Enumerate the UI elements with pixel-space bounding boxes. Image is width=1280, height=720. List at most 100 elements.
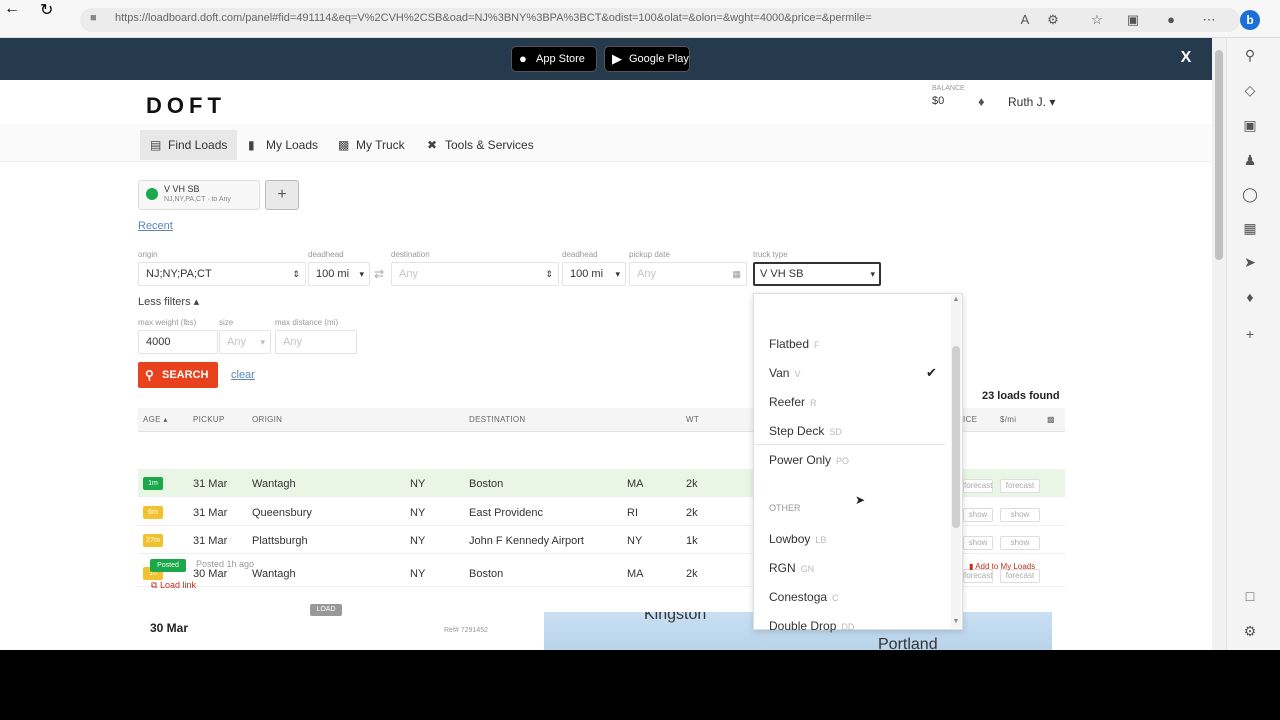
truck-type-select[interactable]: V VH SB ▾ [753, 262, 881, 286]
truck-option-other[interactable]: Lowboy LB [769, 532, 826, 546]
destination-state-cell: NY [627, 535, 643, 547]
pickup-date-input[interactable]: Any ▦ [629, 262, 747, 286]
url-text[interactable]: https://loadboard.doft.com/panel#fid=491… [115, 12, 975, 28]
truck-icon: ▩ [338, 138, 350, 152]
deadhead2-select[interactable]: 100 mi ▾ [562, 262, 626, 286]
truck-option-other[interactable]: RGN GN [769, 561, 814, 575]
page-scroll-thumb[interactable] [1215, 50, 1223, 260]
per-mile-pill[interactable]: forecast [1000, 479, 1040, 493]
google-play-button[interactable]: ▶ Google Play [604, 46, 690, 72]
logo[interactable]: DOFT [146, 93, 226, 119]
dropdown-separator [755, 444, 945, 445]
mouse-cursor-icon: ➤ [855, 493, 866, 507]
truck-option[interactable]: Flatbed F [769, 337, 820, 351]
weight-label: max weight (lbs) [138, 318, 197, 327]
nav-find-loads[interactable]: ▤ Find Loads [140, 130, 238, 160]
truck-option[interactable]: Reefer R [769, 395, 817, 409]
close-banner-button[interactable]: X [1176, 48, 1196, 68]
add-icon[interactable]: + [1240, 324, 1260, 344]
nav-tools[interactable]: ✖ Tools & Services [417, 130, 544, 160]
max-weight-input[interactable]: 4000 [138, 330, 218, 354]
truck-option[interactable]: Step Deck SD [769, 424, 842, 438]
app-store-button[interactable]: ● App Store [511, 46, 597, 72]
send-icon[interactable]: ➤ [1240, 252, 1260, 272]
truck-option[interactable]: Power Only PO [769, 453, 849, 467]
scroll-down-icon[interactable]: ▼ [951, 618, 961, 625]
chevron-down-icon: ▾ [260, 337, 265, 347]
truck-option-other[interactable]: Double Drop DD [769, 619, 854, 633]
destination-select[interactable]: Any ⇕ [391, 262, 559, 286]
nav-my-truck[interactable]: ▩ My Truck [328, 130, 415, 160]
col-origin[interactable]: ORIGIN [252, 415, 282, 424]
size-select[interactable]: Any ▾ [219, 330, 271, 354]
price-pill[interactable]: show [963, 508, 993, 522]
saved-search-title: V VH SB [164, 184, 200, 194]
clear-link[interactable]: clear [231, 369, 255, 381]
per-mile-pill[interactable]: show [1000, 508, 1040, 522]
col-pickup[interactable]: PICKUP [193, 415, 225, 424]
balance-label: BALANCE [932, 85, 965, 92]
scroll-up-icon[interactable]: ▲ [951, 296, 961, 303]
alert-icon[interactable]: ♦ [1240, 287, 1260, 307]
search-icon[interactable]: ⚲ [1240, 45, 1260, 65]
page: ● App Store ▶ Google Play X DOFT BALANCE… [0, 38, 1212, 650]
collections-icon[interactable]: ▣ [1124, 11, 1142, 29]
tag-icon[interactable]: ◇ [1240, 80, 1260, 100]
col-wt[interactable]: WT [686, 415, 699, 424]
pickup-cell: 31 Mar [193, 478, 228, 490]
ref-number: Ref# 7291452 [444, 627, 488, 634]
search-button[interactable]: ⚲ SEARCH [138, 362, 218, 388]
weight-cell: 2k [686, 507, 698, 519]
posted-ago: Posted 1h ago [196, 559, 255, 569]
max-distance-input[interactable]: Any [275, 330, 357, 354]
more-icon[interactable]: ⋯ [1200, 11, 1218, 29]
briefcase-icon[interactable]: ▣ [1240, 115, 1260, 135]
extension-icon[interactable]: ⚙ [1044, 11, 1062, 29]
bell-icon[interactable]: ♦ [978, 94, 985, 109]
load-link[interactable]: ⧉ Load link [151, 580, 196, 591]
settings-icon[interactable]: ⚙ [1240, 621, 1260, 641]
calendar-icon: ▦ [732, 269, 741, 279]
size-label: size [219, 318, 234, 327]
price-pill[interactable]: show [963, 536, 993, 550]
per-mile-pill[interactable]: show [1000, 536, 1040, 550]
add-search-button[interactable]: + [265, 180, 299, 210]
truck-option[interactable]: Van V [769, 366, 800, 380]
less-filters-toggle[interactable]: Less filters ▴ [138, 295, 199, 308]
per-mile-pill[interactable]: forecast [1000, 569, 1040, 583]
col-age[interactable]: AGE ▴ [143, 415, 168, 424]
truck-label: truck type [753, 250, 788, 259]
add-to-my-loads-button[interactable]: ▮ Add to My Loads [969, 562, 1035, 571]
results-count: 23 loads found [982, 390, 1060, 402]
destination-state-cell: RI [627, 507, 638, 519]
apple-icon: ● [519, 51, 527, 66]
recent-link[interactable]: Recent [138, 220, 173, 232]
truck-option-other[interactable]: Conestoga C [769, 590, 839, 604]
deadhead-select[interactable]: 100 mi ▾ [308, 262, 370, 286]
load-tag: LOAD [310, 604, 342, 616]
col-price[interactable]: ICE [963, 415, 977, 424]
origin-select[interactable]: NJ;NY;PA;CT ⇕ [138, 262, 306, 286]
col-per-mile[interactable]: $/mi [1000, 415, 1016, 424]
price-pill[interactable]: forecast [963, 569, 993, 583]
nav-my-loads[interactable]: ▮ My Loads [238, 130, 328, 160]
truck-option-other[interactable]: Auto CarrierAC [769, 648, 851, 650]
dropdown-scroll-thumb[interactable] [952, 346, 960, 528]
copilot-icon[interactable]: ◯ [1240, 184, 1260, 204]
swap-icon[interactable]: ⇄ [374, 267, 384, 281]
read-aloud-icon[interactable]: A [1016, 11, 1034, 29]
col-destination[interactable]: DESTINATION [469, 415, 526, 424]
games-icon[interactable]: ♟ [1240, 150, 1260, 170]
favorite-icon[interactable]: ☆ [1088, 11, 1106, 29]
office-icon[interactable]: ▦ [1240, 218, 1260, 238]
origin-label: origin [138, 250, 158, 259]
profile-icon[interactable]: ● [1162, 11, 1180, 29]
user-menu[interactable]: Ruth J. ▾ [1008, 95, 1055, 109]
weight-cell: 2k [686, 478, 698, 490]
deadhead-label: deadhead [308, 250, 344, 259]
posted-badge: Posted [150, 559, 186, 572]
origin-cell: Wantagh [252, 478, 296, 490]
bing-icon[interactable]: b [1240, 10, 1260, 30]
price-pill[interactable]: forecast [963, 479, 993, 493]
sidebar-toggle-icon[interactable]: □ [1240, 586, 1260, 606]
